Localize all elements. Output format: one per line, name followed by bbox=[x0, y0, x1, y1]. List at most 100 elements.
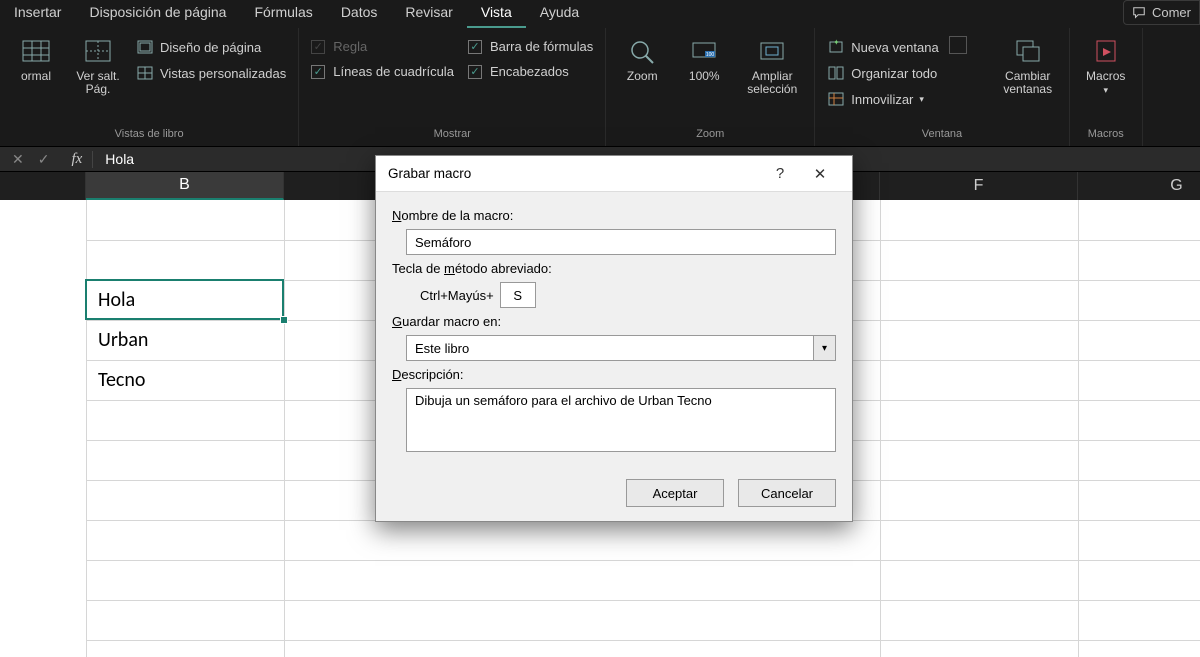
zoom-selection-button[interactable]: Ampliar selección bbox=[738, 32, 806, 100]
page-layout-label: Diseño de página bbox=[160, 40, 261, 55]
window-mini-buttons bbox=[949, 32, 989, 36]
enter-icon[interactable]: ✓ bbox=[38, 151, 50, 168]
tab-insertar[interactable]: Insertar bbox=[0, 0, 75, 26]
custom-views-button[interactable]: Vistas personalizadas bbox=[132, 62, 290, 84]
comments-button[interactable]: Comer bbox=[1123, 0, 1200, 25]
group-mostrar: ✓ Regla ✓ Líneas de cuadrícula ✓ Barra d… bbox=[299, 28, 606, 146]
switch-windows-label: Cambiar ventanas bbox=[1003, 70, 1052, 96]
grid-icon bbox=[20, 36, 52, 68]
col-header-G[interactable]: G bbox=[1078, 172, 1200, 200]
shortcut-label: Tecla de método abreviado: bbox=[392, 261, 836, 276]
page-break-view-button[interactable]: Ver salt. Pág. bbox=[70, 32, 126, 100]
tab-disposicion[interactable]: Disposición de página bbox=[75, 0, 240, 26]
store-in-label: Guardar macro en: bbox=[392, 314, 836, 329]
svg-text:100: 100 bbox=[706, 52, 715, 58]
arrange-icon bbox=[827, 64, 845, 82]
macro-name-input[interactable] bbox=[406, 229, 836, 255]
normal-view-label: ormal bbox=[21, 70, 51, 83]
store-in-select[interactable] bbox=[406, 335, 814, 361]
comments-label: Comer bbox=[1152, 5, 1191, 20]
comment-icon bbox=[1132, 6, 1146, 20]
group-macros-label: Macros bbox=[1078, 126, 1134, 144]
tab-datos[interactable]: Datos bbox=[327, 0, 392, 26]
page-break-label: Ver salt. Pág. bbox=[76, 70, 119, 96]
fx-icon[interactable]: fx bbox=[61, 151, 93, 168]
zoom-100-label: 100% bbox=[689, 70, 720, 83]
description-input[interactable] bbox=[406, 388, 836, 452]
checkbox-icon: ✓ bbox=[468, 65, 482, 79]
macros-button[interactable]: Macros▾ bbox=[1078, 32, 1134, 100]
switch-windows-icon bbox=[1012, 36, 1044, 68]
group-ventana-label: Ventana bbox=[823, 126, 1060, 144]
macro-name-label: Nombre de la macro: bbox=[392, 208, 836, 223]
close-button[interactable]: ✕ bbox=[800, 165, 840, 183]
arrange-all-button[interactable]: Organizar todo bbox=[823, 62, 942, 84]
zoom-100-button[interactable]: 100 100% bbox=[676, 32, 732, 87]
new-window-button[interactable]: ✦ Nueva ventana bbox=[823, 36, 942, 58]
arrange-label: Organizar todo bbox=[851, 66, 937, 81]
dialog-title: Grabar macro bbox=[388, 166, 760, 181]
ruler-label: Regla bbox=[333, 39, 367, 54]
col-header-F[interactable]: F bbox=[880, 172, 1078, 200]
zoom-selection-icon bbox=[756, 36, 788, 68]
chevron-down-icon: ▾ bbox=[1103, 85, 1108, 95]
record-macro-dialog: Grabar macro ? ✕ Nombre de la macro: Tec… bbox=[375, 155, 853, 522]
chevron-down-icon[interactable]: ▾ bbox=[814, 335, 836, 361]
freeze-label: Inmovilizar bbox=[851, 92, 913, 107]
cell-B5[interactable]: Tecno bbox=[90, 364, 153, 396]
macros-label: Macros▾ bbox=[1086, 70, 1125, 96]
freeze-panes-button[interactable]: Inmovilizar ▾ bbox=[823, 88, 942, 110]
shortcut-prefix: Ctrl+Mayús+ bbox=[420, 288, 494, 303]
zoom-button[interactable]: Zoom bbox=[614, 32, 670, 87]
shortcut-key-input[interactable] bbox=[500, 282, 536, 308]
selection-border bbox=[85, 279, 284, 320]
help-button[interactable]: ? bbox=[760, 165, 800, 182]
group-macros: Macros▾ Macros bbox=[1070, 28, 1143, 146]
tab-ayuda[interactable]: Ayuda bbox=[526, 0, 593, 26]
zoom-selection-label: Ampliar selección bbox=[747, 70, 797, 96]
ribbon: ormal Ver salt. Pág. Diseño de página Vi… bbox=[0, 28, 1200, 146]
zoom-label: Zoom bbox=[627, 70, 658, 83]
cell-B4[interactable]: Urban bbox=[90, 324, 156, 356]
ok-button[interactable]: Aceptar bbox=[626, 479, 724, 507]
zoom-icon bbox=[626, 36, 658, 68]
cancel-icon[interactable]: ✕ bbox=[12, 151, 24, 168]
tab-formulas[interactable]: Fórmulas bbox=[240, 0, 326, 26]
checkbox-icon: ✓ bbox=[311, 40, 325, 54]
checkbox-icon: ✓ bbox=[311, 65, 325, 79]
ruler-checkbox: ✓ Regla bbox=[307, 36, 458, 57]
zoom-100-icon: 100 bbox=[688, 36, 720, 68]
custom-views-label: Vistas personalizadas bbox=[160, 66, 286, 81]
headings-label: Encabezados bbox=[490, 64, 569, 79]
group-vistas: ormal Ver salt. Pág. Diseño de página Vi… bbox=[0, 28, 299, 146]
ribbon-tabs: Insertar Disposición de página Fórmulas … bbox=[0, 0, 1200, 28]
fill-handle[interactable] bbox=[280, 316, 288, 324]
group-mostrar-label: Mostrar bbox=[307, 126, 597, 144]
formula-bar-checkbox[interactable]: ✓ Barra de fórmulas bbox=[464, 36, 597, 57]
tab-revisar[interactable]: Revisar bbox=[391, 0, 466, 26]
normal-view-button[interactable]: ormal bbox=[8, 32, 64, 87]
group-zoom: Zoom 100 100% Ampliar selección Zoom bbox=[606, 28, 815, 146]
select-all-corner[interactable] bbox=[0, 172, 86, 200]
macros-icon bbox=[1090, 36, 1122, 68]
group-vistas-label: Vistas de libro bbox=[8, 126, 290, 144]
new-window-icon: ✦ bbox=[827, 38, 845, 56]
headings-checkbox[interactable]: ✓ Encabezados bbox=[464, 61, 597, 82]
switch-windows-button[interactable]: Cambiar ventanas bbox=[995, 32, 1061, 100]
custom-views-icon bbox=[136, 64, 154, 82]
gridlines-label: Líneas de cuadrícula bbox=[333, 64, 454, 79]
gridlines-checkbox[interactable]: ✓ Líneas de cuadrícula bbox=[307, 61, 458, 82]
cancel-button[interactable]: Cancelar bbox=[738, 479, 836, 507]
page-break-icon bbox=[82, 36, 114, 68]
formula-bar-label: Barra de fórmulas bbox=[490, 39, 593, 54]
new-window-label: Nueva ventana bbox=[851, 40, 938, 55]
freeze-icon bbox=[827, 90, 845, 108]
page-layout-icon bbox=[136, 38, 154, 56]
svg-text:✦: ✦ bbox=[833, 39, 840, 47]
col-header-B[interactable]: B bbox=[86, 172, 284, 200]
page-layout-button[interactable]: Diseño de página bbox=[132, 36, 290, 58]
dialog-titlebar: Grabar macro ? ✕ bbox=[376, 156, 852, 192]
tab-vista[interactable]: Vista bbox=[467, 0, 526, 28]
reset-window-button[interactable] bbox=[949, 36, 967, 54]
description-label: Descripción: bbox=[392, 367, 836, 382]
